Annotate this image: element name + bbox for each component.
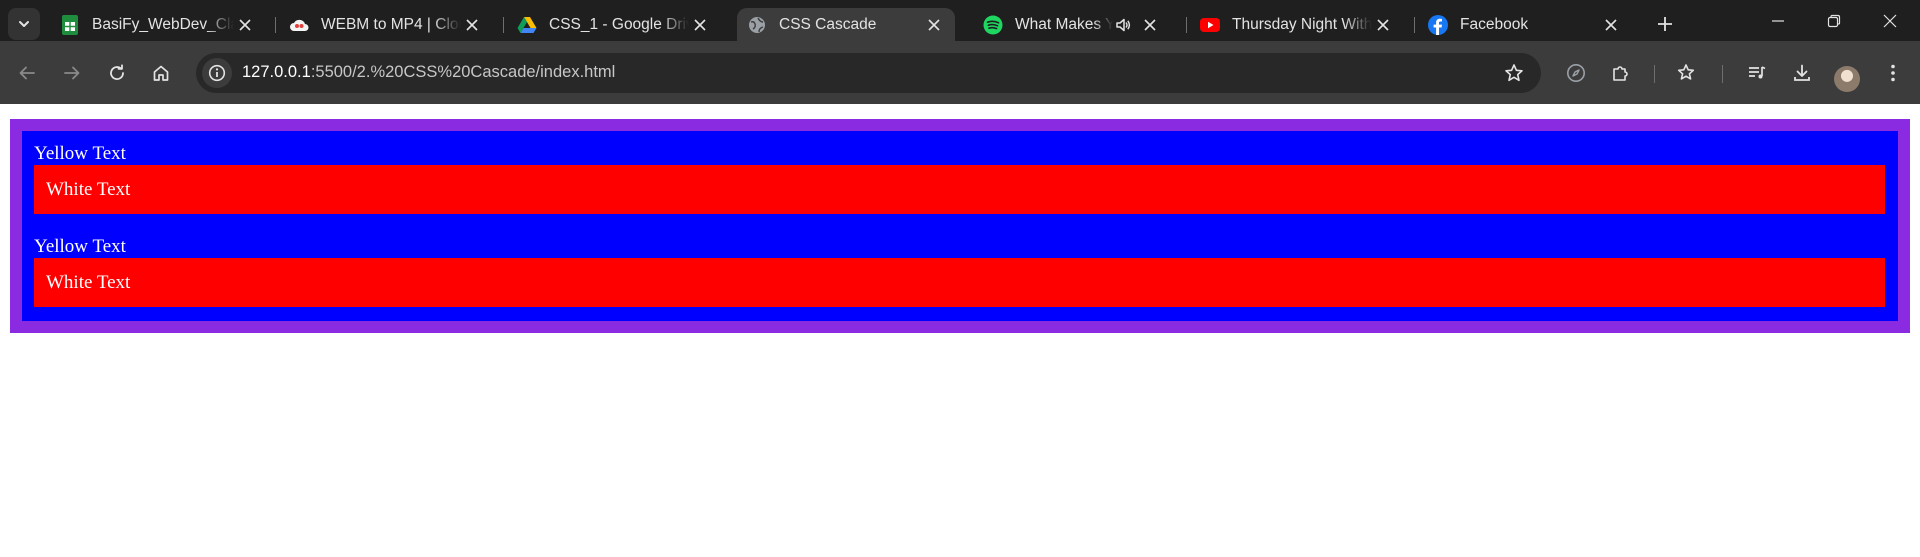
- playlist-icon: [1749, 66, 1766, 79]
- star-list-icon: [1677, 64, 1695, 80]
- tab-separator: [275, 17, 276, 33]
- text-group: Yellow Text White Text: [34, 236, 1885, 307]
- restore-icon: [1827, 14, 1841, 27]
- spotify-icon: [983, 15, 1003, 35]
- url-host: 127.0.0.1: [242, 63, 311, 81]
- bookmark-button[interactable]: [1501, 60, 1527, 86]
- text-group: Yellow Text White Text: [34, 143, 1885, 214]
- performance-button[interactable]: [1561, 58, 1591, 88]
- home-button[interactable]: [144, 56, 178, 90]
- browser-toolbar: 127.0.0.1:5500/2.%20CSS%20Cascade/index.…: [0, 41, 1920, 104]
- reload-button[interactable]: [100, 56, 134, 90]
- white-text-box: White Text: [34, 165, 1885, 214]
- outer-container: Yellow Text White Text Yellow Text White…: [10, 119, 1910, 333]
- tab-google-drive[interactable]: CSS_1 - Google Drive: [507, 8, 721, 41]
- tab-separator: [1186, 17, 1187, 33]
- download-icon: [1794, 64, 1810, 81]
- globe-icon: [747, 15, 767, 35]
- tab-separator: [503, 17, 504, 33]
- yellow-text: Yellow Text: [34, 143, 126, 164]
- extensions-button[interactable]: [1606, 58, 1636, 88]
- close-icon[interactable]: [1372, 14, 1394, 36]
- site-info-button[interactable]: [202, 58, 232, 88]
- puzzle-icon: [1613, 66, 1628, 81]
- tab-title: CSS_1 - Google Drive: [549, 15, 689, 33]
- minimize-button[interactable]: [1750, 0, 1806, 41]
- url-path: :5500/2.%20CSS%20Cascade/index.html: [310, 63, 616, 81]
- tab-css-cascade[interactable]: CSS Cascade: [737, 8, 955, 41]
- url-text[interactable]: 127.0.0.1:5500/2.%20CSS%20Cascade/index.…: [242, 63, 615, 82]
- tab-title: What Makes You Beautiful: [1015, 15, 1113, 33]
- tab-strip: BasiFy_WebDev_Class WEBM to MP4 | CloudC…: [0, 0, 1920, 41]
- menu-button[interactable]: [1878, 58, 1908, 88]
- tab-spotify[interactable]: What Makes You Beautiful: [973, 8, 1171, 41]
- media-controls-button[interactable]: [1742, 58, 1772, 88]
- close-icon: [1883, 14, 1897, 27]
- tab-title: BasiFy_WebDev_Class: [92, 15, 234, 33]
- star-icon: [1505, 64, 1523, 82]
- forward-button[interactable]: [55, 56, 89, 90]
- close-icon[interactable]: [1139, 14, 1161, 36]
- white-text-box: White Text: [34, 258, 1885, 307]
- tab-title: CSS Cascade: [779, 15, 877, 33]
- tab-webm-to-mp4[interactable]: WEBM to MP4 | CloudConvert: [279, 8, 493, 41]
- google-drive-icon: [517, 15, 537, 35]
- toolbar-separator: [1722, 65, 1723, 83]
- tab-title: Facebook: [1460, 15, 1529, 33]
- tab-youtube[interactable]: Thursday Night With: [1190, 8, 1404, 41]
- home-icon: [153, 65, 169, 81]
- facebook-icon: [1428, 14, 1448, 35]
- address-bar[interactable]: 127.0.0.1:5500/2.%20CSS%20Cascade/index.…: [196, 53, 1541, 93]
- compass-icon: [1567, 64, 1585, 82]
- minimize-icon: [1772, 19, 1784, 22]
- info-icon: [208, 64, 226, 82]
- close-icon[interactable]: [1600, 14, 1622, 36]
- cloudconvert-icon: [289, 15, 309, 35]
- tab-basify[interactable]: BasiFy_WebDev_Class: [50, 8, 266, 41]
- bookmarks-button[interactable]: [1673, 58, 1703, 88]
- page-viewport: Yellow Text White Text Yellow Text White…: [0, 104, 1920, 557]
- tab-separator: [1414, 17, 1415, 33]
- toolbar-separator: [1654, 65, 1655, 83]
- reload-icon: [110, 64, 124, 80]
- close-window-button[interactable]: [1862, 0, 1918, 41]
- tab-title: Thursday Night With: [1232, 15, 1372, 33]
- chevron-down-icon: [19, 21, 29, 27]
- close-icon[interactable]: [923, 14, 945, 36]
- tab-title: WEBM to MP4 | CloudConvert: [321, 15, 461, 33]
- back-button[interactable]: [10, 56, 44, 90]
- tab-search-button[interactable]: [8, 8, 40, 40]
- yellow-text: Yellow Text: [34, 236, 126, 257]
- arrow-left-icon: [19, 66, 35, 80]
- restore-button[interactable]: [1806, 0, 1862, 41]
- profile-avatar[interactable]: [1834, 66, 1860, 92]
- cascade-container: Yellow Text White Text Yellow Text White…: [22, 131, 1898, 321]
- new-tab-button[interactable]: [1651, 10, 1679, 38]
- sheets-icon: [60, 14, 80, 35]
- speaker-icon[interactable]: [1113, 15, 1133, 35]
- close-icon[interactable]: [461, 14, 483, 36]
- kebab-menu-icon: [1891, 64, 1895, 82]
- arrow-right-icon: [64, 66, 80, 80]
- tab-facebook[interactable]: Facebook: [1418, 8, 1632, 41]
- close-icon[interactable]: [234, 14, 256, 36]
- youtube-icon: [1200, 15, 1220, 35]
- close-icon[interactable]: [689, 14, 711, 36]
- plus-icon: [1658, 17, 1672, 31]
- downloads-button[interactable]: [1787, 58, 1817, 88]
